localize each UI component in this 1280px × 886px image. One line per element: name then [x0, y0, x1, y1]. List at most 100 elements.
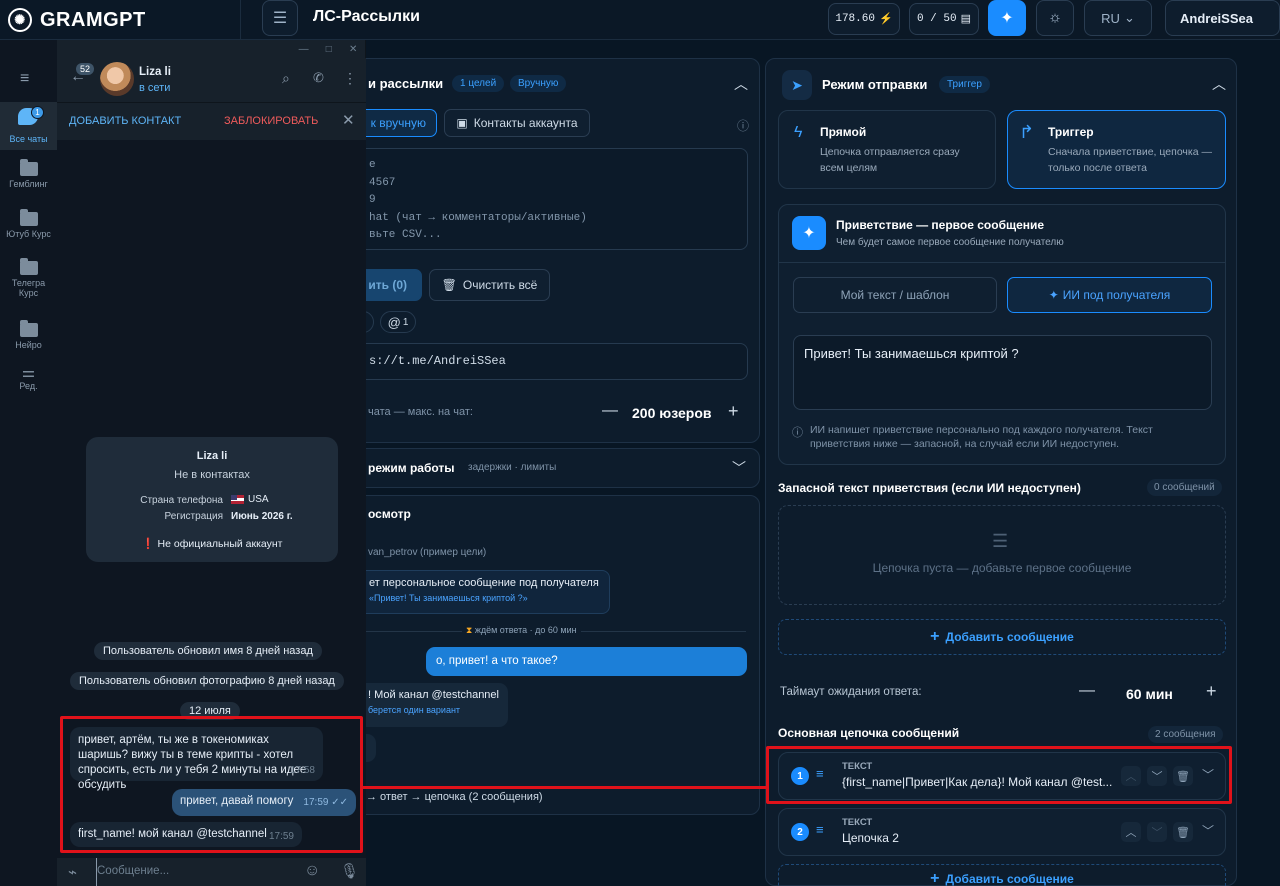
info-icon: ⓘ: [792, 427, 803, 439]
block-button[interactable]: ЗАБЛОКИРОВАТЬ: [224, 115, 318, 127]
contacts-icon: ▣: [456, 116, 468, 130]
sidebar-item-label: Все чаты: [9, 134, 48, 144]
decrement-button[interactable]: —: [602, 402, 618, 420]
at-icon: @: [387, 314, 401, 330]
attach-paperclip-icon[interactable]: ⌁: [68, 863, 77, 881]
microphone-icon[interactable]: 🎙: [340, 862, 359, 880]
add-contact-button[interactable]: ДОБАВИТЬ КОНТАКТ: [69, 115, 181, 127]
usage-badge[interactable]: 0 / 50 ▤: [909, 3, 979, 35]
folder-icon: [19, 258, 38, 275]
sparkle-icon: ✦: [792, 216, 826, 250]
registration-label: Регистрация: [164, 511, 223, 522]
page-title: ЛС-Рассылки: [313, 8, 420, 25]
user-menu[interactable]: AndreiSSea: [1165, 0, 1280, 36]
tab-ai-recipient[interactable]: ✦ ИИ под получателя: [1007, 277, 1212, 313]
per-chat-value: 200 юзеров: [632, 405, 712, 421]
targets-title: и рассылки: [368, 76, 444, 91]
move-up-button[interactable]: ︿: [1121, 822, 1141, 842]
phone-icon[interactable]: ✆: [313, 70, 324, 86]
expand-chevron-icon[interactable]: ﹀: [732, 458, 746, 478]
close-icon[interactable]: ✕: [342, 111, 355, 129]
app-logo[interactable]: ✺ GRAMGPT: [8, 8, 146, 32]
message-input[interactable]: Сообщение...: [96, 858, 286, 886]
chat-status: в сети: [139, 82, 171, 94]
folder-icon: [19, 159, 38, 176]
chain-item-text: Цепочка 2: [842, 831, 899, 845]
service-message: Пользователь обновил имя 8 дней назад: [94, 642, 322, 660]
plus-icon: +: [930, 628, 940, 645]
credits-badge[interactable]: 178.60 ⚡: [828, 3, 900, 35]
chain-count: 2 сообщения: [1148, 726, 1223, 743]
folder-icon: [19, 209, 38, 226]
sidebar-item-youtube[interactable]: Ютуб Курс: [0, 209, 57, 239]
folder-icon: [19, 320, 38, 337]
timeout-value: 60 мин: [1126, 686, 1173, 702]
chevron-down-icon: ⌄: [1123, 10, 1135, 25]
sparkle-icon: ✦: [1048, 288, 1059, 302]
divider: [778, 262, 1226, 263]
country-label: Страна телефона: [140, 495, 223, 506]
preview-message-1: ет персональное сообщение под получателя…: [340, 570, 610, 614]
highlight-box-chain: [766, 746, 1232, 804]
fallback-dropzone: [778, 505, 1226, 605]
add-chain-message-button[interactable]: + Добавить сообщение: [778, 864, 1226, 886]
list-icon: ☰: [992, 531, 1009, 551]
collapse-chevron-icon[interactable]: ︿: [734, 74, 748, 94]
mode-trigger-title: Триггер: [1048, 125, 1094, 139]
logo-icon: ✺: [8, 8, 32, 32]
ai-sparkle-button[interactable]: ✦: [988, 0, 1026, 36]
send-icon: ➤: [782, 70, 812, 100]
clear-all-button[interactable]: 🗑 Очистить всё: [429, 269, 550, 301]
divider: [240, 0, 241, 40]
close-window-button[interactable]: ✕: [349, 44, 357, 55]
preview-title: осмотр: [368, 507, 411, 521]
increment-button[interactable]: +: [728, 401, 739, 422]
menu-toggle-button[interactable]: ☰: [262, 0, 298, 36]
tab-account-contacts[interactable]: ▣ Контакты аккаунта: [444, 109, 590, 137]
targets-textarea[interactable]: e 4567 9 hat (чат → комментаторы/активны…: [340, 148, 748, 250]
theme-sun-icon[interactable]: ☼: [1036, 0, 1074, 36]
mention-count-chip[interactable]: @1: [380, 311, 416, 333]
maximize-button[interactable]: □: [326, 44, 332, 55]
sheet-icon: ▤: [960, 14, 971, 26]
expand-chevron-icon[interactable]: ﹀: [1202, 822, 1214, 839]
targets-count-chip: 1 целей: [452, 75, 505, 92]
chain-item-type: ТЕКСТ: [842, 817, 873, 828]
chain-title: Основная цепочка сообщений: [778, 726, 960, 740]
language-select[interactable]: RU ⌄: [1084, 0, 1152, 36]
us-flag-icon: [231, 495, 244, 504]
sidebar-item-edit[interactable]: ⚌ Ред.: [0, 365, 57, 391]
send-mode-title: Режим отправки: [822, 77, 928, 92]
hamburger-icon[interactable]: ≡: [20, 70, 29, 88]
move-down-button[interactable]: ﹀: [1147, 822, 1167, 842]
fallback-count: 0 сообщений: [1147, 479, 1222, 496]
info-icon[interactable]: ⓘ: [737, 117, 749, 134]
greeting-textarea[interactable]: Привет! Ты занимаешься криптой ?: [793, 335, 1212, 410]
sidebar-item-gambling[interactable]: Гемблинг: [0, 159, 57, 189]
highlight-connector: [363, 786, 768, 789]
more-menu-icon[interactable]: ⋮: [343, 70, 357, 87]
wait-note: ⧗ ждём ответа · до 60 мин: [462, 625, 581, 636]
preview-target: van_petrov: [368, 547, 418, 558]
hourglass-icon: ⧗: [466, 625, 473, 635]
timeout-decrement-button[interactable]: —: [1079, 682, 1095, 700]
empty-chain-text: Цепочка пуста — добавьте первое сообщени…: [872, 561, 1132, 575]
avatar[interactable]: [100, 62, 134, 96]
add-fallback-message-button[interactable]: + Добавить сообщение: [778, 619, 1226, 655]
bolt-icon: ϟ: [794, 124, 803, 141]
collapse-chevron-icon[interactable]: ︿: [1212, 74, 1226, 94]
search-icon[interactable]: ⌕: [282, 70, 290, 87]
emoji-icon[interactable]: ☺: [304, 862, 320, 880]
chat-name: Liza li: [139, 66, 171, 78]
timeout-increment-button[interactable]: +: [1206, 681, 1217, 702]
tab-my-text[interactable]: Мой текст / шаблон: [793, 277, 997, 313]
work-mode-title: режим работы: [368, 461, 455, 475]
delete-trash-icon[interactable]: 🗑: [1173, 822, 1193, 842]
work-mode-sub: задержки · лимиты: [468, 462, 557, 473]
profile-not-contact: Не в контактах: [174, 469, 250, 481]
link-field[interactable]: s://t.me/AndreiSSea: [340, 343, 748, 380]
mode-direct-desc: Цепочка отправляется сразу всем целям: [820, 146, 960, 174]
sidebar-item-telegram-course[interactable]: Телегра Курс: [0, 258, 57, 298]
minimize-button[interactable]: —: [299, 44, 309, 55]
sidebar-item-neuro[interactable]: Нейро: [0, 320, 57, 350]
